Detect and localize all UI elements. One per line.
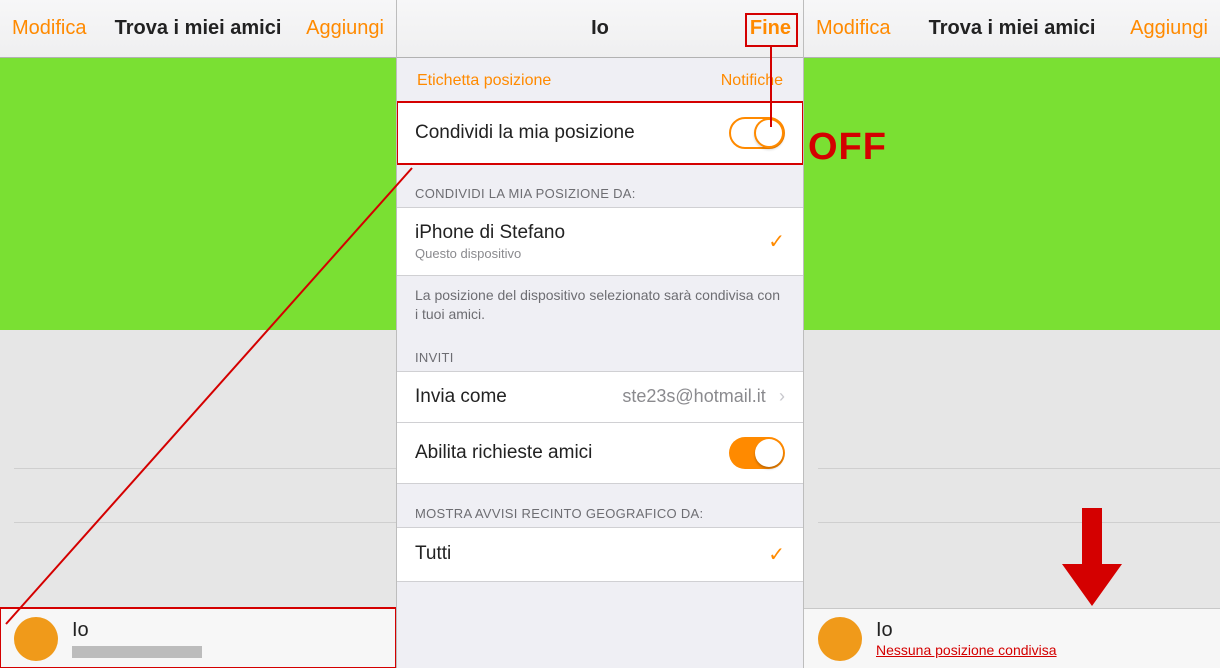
- add-button[interactable]: Aggiungi: [306, 17, 384, 40]
- friend-requests-label: Abilita richieste amici: [415, 442, 592, 464]
- check-icon: ✓: [768, 542, 785, 567]
- friend-requests-cell[interactable]: Abilita richieste amici: [397, 422, 803, 484]
- navbar-left: Modifica Trova i miei amici Aggiungi: [0, 0, 396, 58]
- share-location-label: Condividi la mia posizione: [415, 122, 635, 144]
- send-as-value: ste23s@hotmail.it: [622, 386, 765, 406]
- navbar-right: Modifica Trova i miei amici Aggiungi: [804, 0, 1220, 58]
- section-invites: INVITI: [397, 328, 803, 371]
- device-subtitle: Questo dispositivo: [415, 246, 565, 261]
- me-row[interactable]: Io: [0, 608, 396, 668]
- section-share-from: CONDIVIDI LA MIA POSIZIONE DA:: [397, 164, 803, 207]
- send-as-label: Invia come: [415, 386, 507, 408]
- friend-requests-toggle[interactable]: [729, 437, 785, 469]
- map-placeholder: [0, 58, 396, 330]
- device-cell[interactable]: iPhone di Stefano Questo dispositivo ✓: [397, 207, 803, 276]
- edit-button[interactable]: Modifica: [12, 17, 86, 40]
- done-button[interactable]: Fine: [750, 17, 791, 40]
- section-geofence: MOSTRA AVVISI RECINTO GEOGRAFICO DA:: [397, 484, 803, 527]
- me-subtitle-redacted: [72, 646, 202, 658]
- geofence-all-cell[interactable]: Tutti ✓: [397, 527, 803, 582]
- list-placeholder: [0, 330, 396, 610]
- device-name: iPhone di Stefano: [415, 222, 565, 244]
- edit-button[interactable]: Modifica: [816, 17, 890, 40]
- avatar: [14, 617, 58, 661]
- check-icon: ✓: [768, 229, 785, 254]
- me-row[interactable]: Io Nessuna posizione condivisa: [804, 608, 1220, 668]
- screenshot-settings: Io Fine Etichetta posizione Notifiche Co…: [396, 0, 804, 668]
- geofence-all-label: Tutti: [415, 543, 451, 565]
- me-name: Io: [876, 619, 1057, 642]
- tab-position-label[interactable]: Etichetta posizione: [417, 72, 551, 90]
- me-name: Io: [72, 619, 202, 642]
- share-location-cell[interactable]: Condividi la mia posizione: [397, 102, 803, 164]
- me-status: Nessuna posizione condivisa: [876, 642, 1057, 658]
- device-footer: La posizione del dispositivo selezionato…: [397, 276, 803, 328]
- share-location-toggle[interactable]: [729, 117, 785, 149]
- navbar-settings: Io Fine: [397, 0, 803, 58]
- tab-notifications[interactable]: Notifiche: [721, 72, 783, 90]
- map-placeholder: [804, 58, 1220, 330]
- screenshot-right: Modifica Trova i miei amici Aggiungi Io …: [804, 0, 1220, 668]
- chevron-right-icon: ›: [779, 386, 785, 406]
- avatar: [818, 617, 862, 661]
- add-button[interactable]: Aggiungi: [1130, 17, 1208, 40]
- send-as-cell[interactable]: Invia come ste23s@hotmail.it ›: [397, 371, 803, 422]
- screenshot-left: Modifica Trova i miei amici Aggiungi Io: [0, 0, 396, 668]
- settings-title: Io: [397, 17, 803, 40]
- list-placeholder: [804, 330, 1220, 610]
